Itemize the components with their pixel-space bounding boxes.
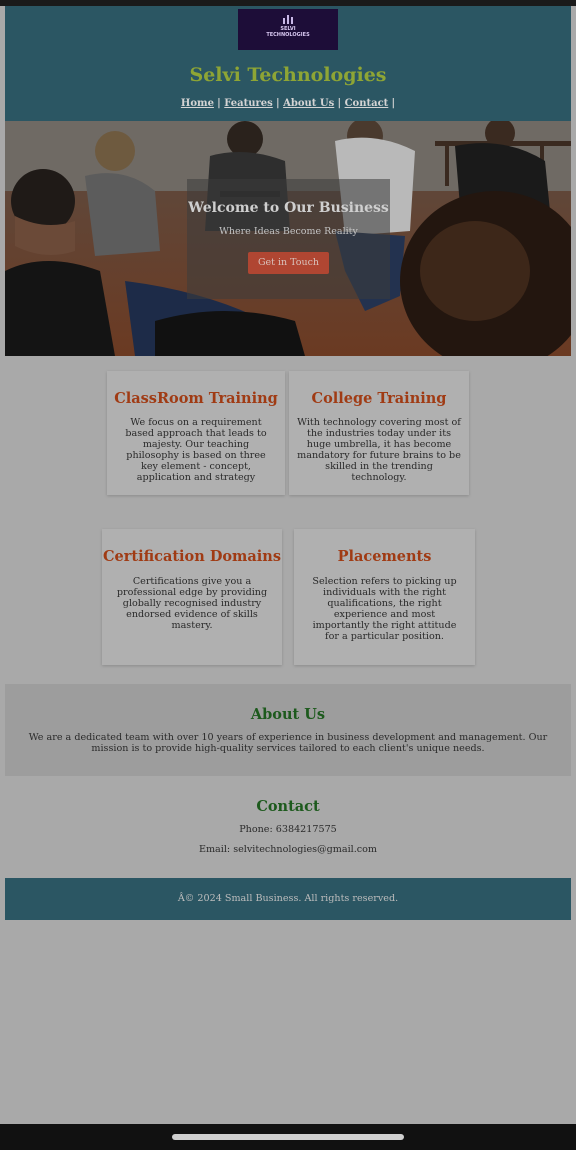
contact-email: Email: selvitechnologies@gmail.com	[198, 844, 378, 855]
feature-title: Placements	[337, 548, 432, 565]
feature-title: College Training	[311, 390, 447, 407]
hero-section: Welcome to Our Business Where Ideas Beco…	[5, 121, 571, 356]
feature-card-certification: Certification Domains Certifications giv…	[102, 529, 282, 665]
hero-title: Welcome to Our Business	[188, 200, 389, 216]
get-in-touch-button[interactable]: Get in Touch	[248, 252, 329, 274]
nav-features[interactable]: Features	[224, 98, 273, 109]
main-nav: Home | Features | About Us | Contact |	[5, 98, 571, 109]
nav-home[interactable]: Home	[181, 98, 214, 109]
feature-title: ClassRoom Training	[114, 390, 278, 407]
home-indicator[interactable]	[172, 1134, 404, 1140]
hero-overlay: Welcome to Our Business Where Ideas Beco…	[187, 179, 390, 299]
nav-separator: |	[391, 98, 396, 109]
contact-title: Contact	[256, 798, 320, 815]
contact-section: Contact Phone: 6384217575 Email: selvite…	[5, 798, 571, 855]
feature-text: With technology covering most of the ind…	[297, 417, 461, 483]
about-title: About Us	[250, 706, 326, 723]
feature-text: Selection refers to picking up individua…	[312, 576, 457, 642]
site-footer: Â© 2024 Small Business. All rights reser…	[5, 878, 571, 920]
about-section: About Us We are a dedicated team with ov…	[5, 684, 571, 776]
feature-card-placements: Placements Selection refers to picking u…	[294, 529, 475, 665]
logo-text: SELVI TECHNOLOGIES	[266, 26, 310, 38]
logo-icon	[283, 15, 293, 24]
nav-contact[interactable]: Contact	[345, 98, 389, 109]
page: SELVI TECHNOLOGIES Selvi Technologies Ho…	[5, 6, 571, 920]
contact-phone: Phone: 6384217575	[239, 824, 337, 835]
nav-separator: |	[337, 98, 345, 109]
logo[interactable]: SELVI TECHNOLOGIES	[238, 9, 338, 50]
nav-about-us[interactable]: About Us	[283, 98, 334, 109]
feature-card-classroom: ClassRoom Training We focus on a require…	[107, 371, 285, 495]
system-navigation-bar	[0, 1124, 576, 1150]
feature-title: Certification Domains	[102, 548, 282, 565]
site-header: SELVI TECHNOLOGIES Selvi Technologies Ho…	[5, 6, 571, 121]
feature-text: Certifications give you a professional e…	[116, 576, 268, 631]
feature-text: We focus on a requirement based approach…	[125, 417, 267, 483]
about-text: We are a dedicated team with over 10 yea…	[28, 732, 548, 754]
hero-subtitle: Where Ideas Become Reality	[219, 226, 358, 237]
feature-card-college: College Training With technology coverin…	[289, 371, 469, 495]
site-title: Selvi Technologies	[189, 64, 387, 86]
